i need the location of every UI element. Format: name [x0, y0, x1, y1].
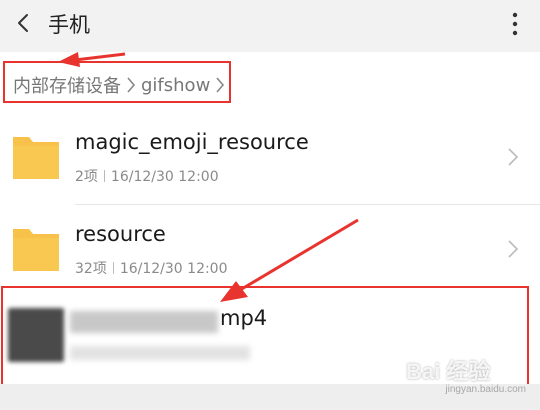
more-vertical-icon[interactable]	[510, 9, 520, 39]
top-app-bar: 手机	[0, 0, 540, 52]
breadcrumb-highlight-box	[3, 61, 231, 103]
folder-icon	[13, 229, 59, 271]
baidu-jingyan-watermark: Bai 经验 jingyan.baidu.com	[406, 354, 526, 400]
meta-divider	[103, 170, 105, 182]
item-count: 2项	[75, 169, 98, 185]
watermark-url: jingyan.baidu.com	[445, 384, 526, 395]
back-arrow-icon[interactable]	[12, 10, 38, 36]
folder-meta: 32项 16/12/30 12:00	[75, 258, 228, 278]
folder-icon	[13, 137, 59, 179]
list-item-folder[interactable]: resource 32项 16/12/30 12:00	[0, 204, 540, 296]
watermark-logo: Bai 经验	[406, 359, 491, 384]
meta-divider	[112, 262, 114, 274]
folder-name: magic_emoji_resource	[75, 130, 309, 154]
folder-name: resource	[75, 222, 166, 246]
modified-date: 16/12/30 12:00	[110, 169, 219, 185]
chevron-right-icon	[508, 240, 519, 258]
folder-meta: 2项 16/12/30 12:00	[75, 166, 219, 186]
list-item-folder[interactable]: magic_emoji_resource 2项 16/12/30 12:00	[0, 112, 540, 205]
item-count: 32项	[75, 261, 107, 277]
page-title: 手机	[48, 13, 90, 37]
modified-date: 16/12/30 12:00	[119, 261, 228, 277]
chevron-right-icon	[508, 148, 519, 166]
